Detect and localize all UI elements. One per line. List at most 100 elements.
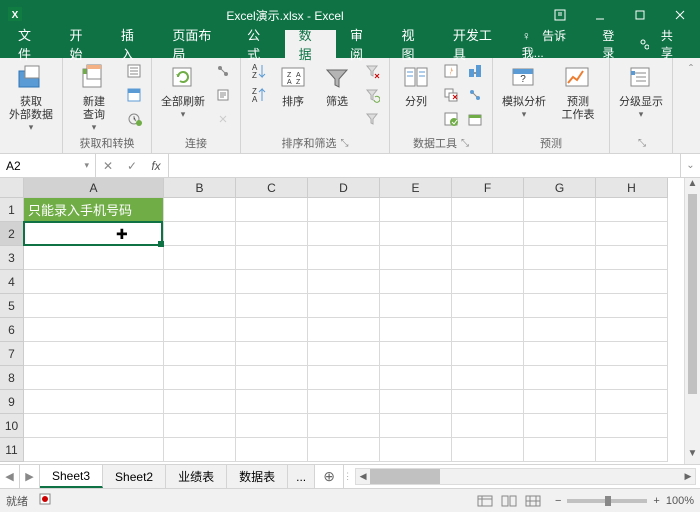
macro-record-icon[interactable] — [38, 492, 52, 509]
expand-formula-bar-button[interactable]: ⌄ — [680, 154, 700, 177]
sort-button[interactable]: ZAAZ 排序 — [273, 60, 313, 111]
relationships-icon[interactable] — [464, 84, 486, 106]
cell[interactable] — [236, 390, 308, 414]
cell[interactable] — [596, 342, 668, 366]
cell[interactable] — [236, 342, 308, 366]
column-header[interactable]: F — [452, 178, 524, 198]
share-button[interactable]: 共享 — [631, 27, 696, 61]
connections-icon[interactable] — [212, 60, 234, 82]
cell[interactable] — [308, 414, 380, 438]
cell[interactable] — [308, 390, 380, 414]
cell[interactable] — [164, 222, 236, 246]
cell[interactable] — [452, 222, 524, 246]
cell[interactable] — [24, 318, 164, 342]
tab-review[interactable]: 审阅 — [336, 30, 387, 58]
login-button[interactable]: 登录 — [594, 27, 631, 61]
formula-bar[interactable] — [169, 154, 680, 177]
vertical-scrollbar[interactable]: ▲▼ — [684, 178, 700, 464]
tab-home[interactable]: 开始 — [55, 30, 106, 58]
horizontal-scrollbar[interactable]: ◀▶ — [355, 468, 696, 485]
page-break-view-button[interactable] — [521, 492, 545, 510]
cell[interactable] — [308, 198, 380, 222]
cell[interactable] — [24, 390, 164, 414]
cell[interactable] — [24, 222, 164, 246]
clear-filter-icon[interactable] — [361, 60, 383, 82]
cell[interactable] — [596, 246, 668, 270]
column-header[interactable]: A — [24, 178, 164, 198]
tab-file[interactable]: 文件 — [4, 30, 55, 58]
cell[interactable] — [164, 390, 236, 414]
cell[interactable] — [236, 318, 308, 342]
cell[interactable] — [308, 294, 380, 318]
row-header[interactable]: 7 — [0, 342, 24, 366]
cell[interactable]: 只能录入手机号码 — [24, 198, 164, 222]
filter-button[interactable]: 筛选 — [317, 60, 357, 111]
cell[interactable] — [452, 438, 524, 462]
properties-icon[interactable] — [212, 84, 234, 106]
cell[interactable] — [164, 366, 236, 390]
cell[interactable] — [236, 222, 308, 246]
cell[interactable] — [380, 294, 452, 318]
cell[interactable] — [236, 414, 308, 438]
tab-dev[interactable]: 开发工具 — [439, 30, 514, 58]
get-external-data-button[interactable]: 获取 外部数据▾ — [6, 60, 56, 135]
row-header[interactable]: 1 — [0, 198, 24, 222]
cell[interactable] — [452, 294, 524, 318]
cell[interactable] — [380, 198, 452, 222]
cell[interactable] — [164, 246, 236, 270]
cell[interactable] — [236, 366, 308, 390]
sheet-nav-prev[interactable]: ◀ — [0, 465, 20, 488]
column-header[interactable]: D — [308, 178, 380, 198]
row-header[interactable]: 8 — [0, 366, 24, 390]
cell[interactable] — [380, 438, 452, 462]
cell[interactable] — [524, 270, 596, 294]
zoom-slider[interactable] — [567, 499, 647, 503]
cell[interactable] — [24, 294, 164, 318]
cell[interactable] — [524, 294, 596, 318]
cell[interactable] — [236, 270, 308, 294]
sheet-tab[interactable]: Sheet2 — [103, 465, 166, 488]
cell[interactable] — [452, 414, 524, 438]
cell[interactable] — [524, 246, 596, 270]
cell[interactable] — [452, 342, 524, 366]
advanced-filter-icon[interactable] — [361, 108, 383, 130]
ribbon-options-icon[interactable] — [540, 0, 580, 30]
cell[interactable] — [596, 414, 668, 438]
row-header[interactable]: 10 — [0, 414, 24, 438]
cell[interactable] — [236, 246, 308, 270]
cell[interactable] — [164, 198, 236, 222]
tab-view[interactable]: 视图 — [387, 30, 438, 58]
cell[interactable] — [308, 270, 380, 294]
cell[interactable] — [308, 438, 380, 462]
cell[interactable] — [236, 198, 308, 222]
cell[interactable] — [524, 366, 596, 390]
cell[interactable] — [524, 390, 596, 414]
what-if-button[interactable]: ? 模拟分析▾ — [499, 60, 549, 122]
cell[interactable] — [380, 270, 452, 294]
collapse-ribbon-button[interactable]: ˆ — [682, 58, 700, 153]
sheet-tab[interactable]: Sheet3 — [40, 465, 103, 488]
row-header[interactable]: 4 — [0, 270, 24, 294]
data-validation-icon[interactable] — [440, 108, 462, 130]
minimize-button[interactable] — [580, 0, 620, 30]
sort-za-icon[interactable]: ZA — [247, 84, 269, 106]
tell-me[interactable]: ♀ 告诉我... — [514, 27, 595, 61]
recent-sources-icon[interactable] — [123, 108, 145, 130]
row-header[interactable]: 3 — [0, 246, 24, 270]
column-header[interactable]: C — [236, 178, 308, 198]
show-queries-icon[interactable] — [123, 60, 145, 82]
sheet-nav-next[interactable]: ▶ — [20, 465, 40, 488]
spreadsheet-grid[interactable]: ABCDEFGH 1234567891011 只能录入手机号码 ✚ ▲▼ — [0, 178, 700, 464]
cell[interactable] — [452, 390, 524, 414]
cell[interactable] — [308, 318, 380, 342]
cell[interactable] — [452, 246, 524, 270]
add-sheet-button[interactable]: ⊕ — [315, 465, 343, 488]
column-header[interactable]: E — [380, 178, 452, 198]
cancel-formula-icon[interactable]: ✕ — [96, 159, 120, 173]
cell[interactable] — [24, 414, 164, 438]
row-header[interactable]: 2 — [0, 222, 24, 246]
select-all-button[interactable] — [0, 178, 24, 198]
close-button[interactable] — [660, 0, 700, 30]
cell[interactable] — [596, 318, 668, 342]
cell[interactable] — [164, 294, 236, 318]
